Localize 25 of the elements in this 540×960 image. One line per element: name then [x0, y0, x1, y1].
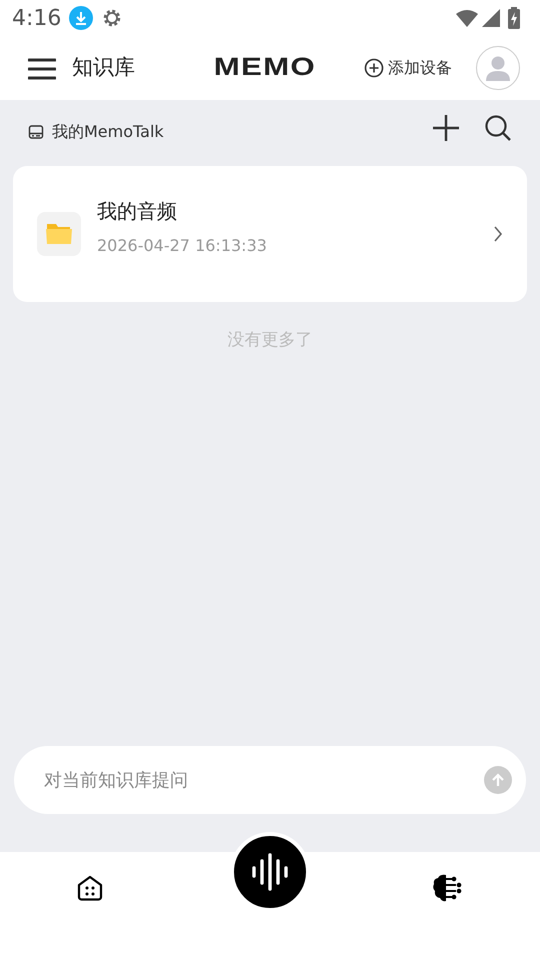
drive-icon [28, 124, 44, 140]
sound-wave-icon [250, 852, 290, 892]
home-tab[interactable] [76, 874, 104, 902]
chevron-right-icon [493, 226, 503, 242]
arrow-up-icon [490, 772, 506, 788]
download-icon [69, 6, 94, 30]
ask-bar[interactable]: 对当前知识库提问 [14, 746, 526, 814]
add-button[interactable] [432, 114, 460, 142]
battery-icon [508, 7, 520, 29]
brain-tab[interactable] [432, 873, 464, 903]
folder-card[interactable]: 我的音频 2026-04-27 16:13:33 [13, 166, 527, 302]
search-button[interactable] [484, 114, 512, 142]
menu-button[interactable] [28, 56, 56, 80]
folder-icon [37, 212, 81, 256]
library-name: 我的MemoTalk [52, 121, 164, 143]
status-time: 4:16 [12, 4, 62, 32]
app-logo: MEMO [213, 52, 316, 84]
page-title: 知识库 [72, 54, 135, 82]
signal-icon [482, 9, 500, 27]
folder-name: 我的音频 [97, 198, 178, 225]
ask-field[interactable]: 对当前知识库提问 [42, 766, 484, 794]
wifi-icon [456, 9, 478, 27]
add-device-button[interactable]: 添加设备 [364, 56, 452, 80]
plus-circle-icon [364, 58, 384, 78]
folder-date: 2026-04-27 16:13:33 [97, 235, 268, 257]
